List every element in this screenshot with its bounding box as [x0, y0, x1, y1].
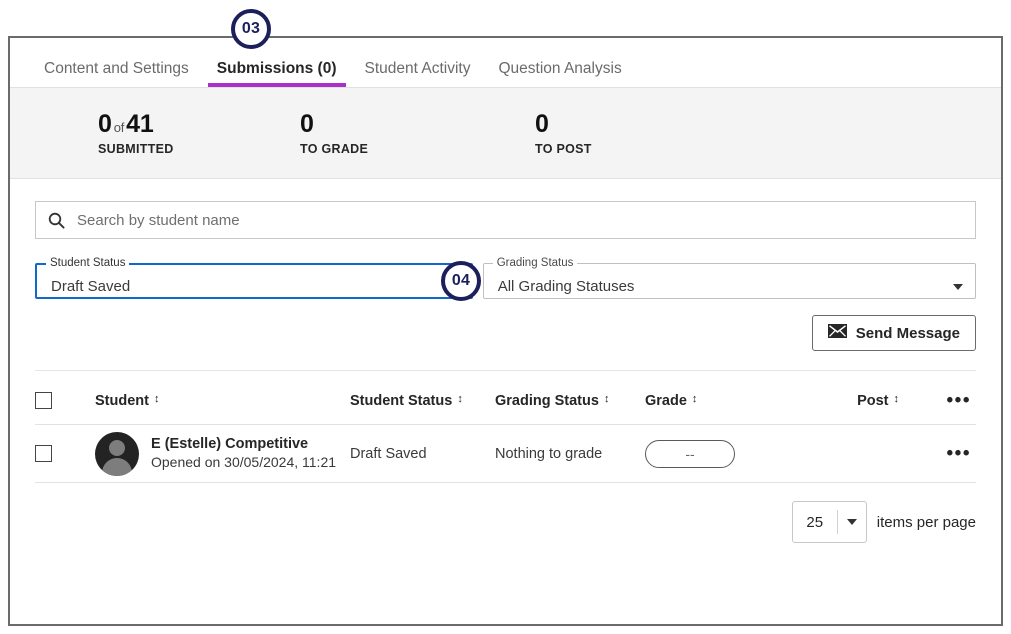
stat-to-post-label: TO POST [535, 142, 592, 157]
header-student[interactable]: Student ↕ [95, 393, 159, 409]
tab-bar: Content and Settings Submissions (0) Stu… [10, 38, 1001, 87]
sort-icon: ↕ [691, 393, 698, 405]
send-message-label: Send Message [855, 324, 960, 342]
row-checkbox[interactable] [35, 445, 52, 462]
sort-icon: ↕ [153, 393, 160, 405]
items-per-page-select[interactable]: 25 [791, 501, 867, 543]
tab-question-analysis[interactable]: Question Analysis [484, 60, 635, 88]
row-student-status-cell: Draft Saved [350, 445, 495, 463]
stat-submitted-value: 0 of41 [98, 110, 300, 139]
grading-status-control[interactable]: All Grading Statuses [484, 270, 975, 299]
send-message-row: Send Message [35, 315, 976, 351]
header-student-status-cell: Student Status ↕ [350, 392, 495, 410]
row-select-cell [35, 445, 95, 462]
filter-selects-row: Student Status Draft Saved Grading Statu… [35, 257, 976, 299]
table-options-icon[interactable]: ••• [947, 390, 971, 411]
submission-stats: 0 of41 SUBMITTED 0 TO GRADE 0 TO POST [10, 87, 1001, 179]
header-student-label: Student [95, 392, 149, 409]
select-all-checkbox[interactable] [35, 392, 52, 409]
stat-to-grade-label: TO GRADE [300, 142, 369, 157]
stat-submitted-count: 0 [98, 109, 112, 138]
grading-status-legend: Grading Status [496, 257, 574, 269]
filter-area: Student Status Draft Saved Grading Statu… [10, 179, 1001, 371]
student-status-control[interactable]: Draft Saved [37, 270, 471, 298]
search-icon [48, 212, 65, 229]
stat-submitted-label: SUBMITTED [98, 142, 174, 157]
search-input[interactable] [75, 210, 963, 230]
header-grading-status[interactable]: Grading Status ↕ [495, 393, 609, 409]
student-name[interactable]: E (Estelle) Competitive [151, 435, 336, 454]
stat-to-grade: 0 TO GRADE [300, 110, 535, 157]
grade-input[interactable]: -- [645, 439, 735, 468]
tab-submissions[interactable]: Submissions (0) [203, 60, 351, 88]
table-header-row: Student ↕ Student Status ↕ Grading Statu… [35, 371, 976, 425]
callout-badge-04: 04 [441, 261, 481, 301]
row-grading-status-cell: Nothing to grade [495, 445, 645, 463]
header-overflow-cell: ••• [905, 391, 975, 411]
row-grade-cell: -- [645, 439, 775, 468]
callout-badge-03: 03 [231, 9, 271, 49]
chevron-down-icon [838, 519, 866, 525]
row-options-icon[interactable]: ••• [947, 443, 971, 464]
student-info: E (Estelle) Competitive Opened on 30/05/… [151, 435, 336, 473]
grading-status-value: All Grading Statuses [497, 278, 635, 296]
envelope-icon [827, 324, 847, 342]
submissions-table: Student ↕ Student Status ↕ Grading Statu… [10, 371, 1001, 483]
sort-icon: ↕ [457, 393, 463, 405]
header-grade-cell: Grade ↕ [645, 392, 775, 410]
avatar [95, 431, 139, 476]
row-grading-status: Nothing to grade [495, 445, 603, 462]
student-status-value: Draft Saved [51, 277, 131, 295]
stat-submitted-total: 41 [126, 109, 154, 138]
stat-to-post-value: 0 [535, 109, 549, 138]
header-post-label: Post [857, 392, 889, 409]
student-opened-on: Opened on 30/05/2024, 11:21 [151, 454, 337, 471]
stat-submitted: 0 of41 SUBMITTED [10, 110, 300, 157]
row-student-cell: E (Estelle) Competitive Opened on 30/05/… [95, 431, 350, 476]
row-overflow-cell: ••• [905, 444, 975, 464]
chevron-down-icon [953, 283, 963, 290]
student-status-select[interactable]: Student Status Draft Saved [35, 257, 473, 299]
tab-student-activity[interactable]: Student Activity [351, 60, 485, 88]
grading-status-select[interactable]: Grading Status All Grading Statuses [482, 257, 976, 299]
tab-content-and-settings[interactable]: Content and Settings [30, 60, 203, 88]
items-per-page-value: 25 [806, 513, 824, 531]
header-post-cell: Post ↕ [775, 392, 905, 410]
header-grade[interactable]: Grade ↕ [645, 393, 697, 409]
header-grading-status-label: Grading Status [495, 392, 599, 409]
header-student-cell: Student ↕ [95, 393, 350, 409]
row-student-status: Draft Saved [350, 445, 427, 462]
stat-submitted-of: of [113, 119, 125, 135]
items-per-page-label: items per page [876, 513, 976, 531]
stat-to-grade-value: 0 [300, 109, 314, 138]
header-grade-label: Grade [645, 392, 687, 409]
stat-to-post: 0 TO POST [535, 110, 770, 157]
header-grading-status-cell: Grading Status ↕ [495, 392, 645, 410]
table-row: E (Estelle) Competitive Opened on 30/05/… [35, 425, 976, 483]
sort-icon: ↕ [603, 393, 610, 405]
select-all-cell [35, 392, 95, 409]
search-box[interactable] [35, 201, 976, 239]
header-student-status[interactable]: Student Status ↕ [350, 393, 463, 409]
send-message-button[interactable]: Send Message [811, 315, 976, 351]
student-status-legend: Student Status [50, 257, 126, 269]
sort-icon: ↕ [893, 393, 900, 405]
header-post[interactable]: Post ↕ [857, 393, 899, 409]
pagination: 25 items per page [10, 483, 1001, 543]
submissions-panel: Content and Settings Submissions (0) Stu… [8, 36, 1003, 626]
header-student-status-label: Student Status [350, 392, 453, 409]
